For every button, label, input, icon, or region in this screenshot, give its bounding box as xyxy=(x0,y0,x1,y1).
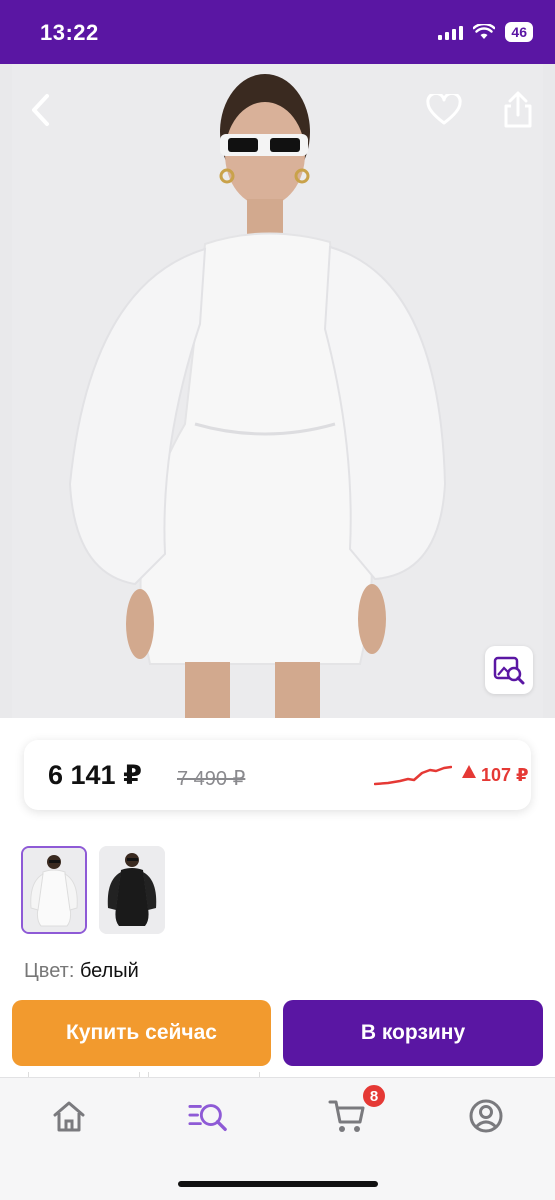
status-time: 13:22 xyxy=(40,20,99,45)
search-list-icon xyxy=(188,1104,227,1132)
heart-icon xyxy=(426,94,462,125)
home-icon xyxy=(53,1101,85,1132)
status-icons: 46 xyxy=(438,22,533,42)
profile-icon xyxy=(469,1099,503,1133)
triangle-up-icon xyxy=(462,765,476,778)
nav-cart[interactable] xyxy=(327,1096,367,1136)
price-card[interactable]: 6 141 ₽ 7 490 ₽ 107 ₽ xyxy=(24,740,531,810)
color-info: Цвет: белый xyxy=(24,960,139,983)
favorite-button[interactable] xyxy=(424,90,464,130)
price-delta: 107 ₽ xyxy=(481,765,529,785)
cart-icon xyxy=(328,1100,365,1132)
current-price: 6 141 ₽ xyxy=(48,760,142,790)
back-button[interactable] xyxy=(22,90,58,130)
variant-black-image xyxy=(99,846,165,934)
variant-white-image xyxy=(23,848,85,932)
cart-badge: 8 xyxy=(361,1083,387,1109)
variant-thumb-black[interactable] xyxy=(99,846,165,934)
color-value: белый xyxy=(79,960,139,982)
signal-icon xyxy=(438,24,464,40)
share-icon xyxy=(504,91,532,128)
battery-icon: 46 xyxy=(505,22,533,42)
price-trend-icon xyxy=(374,765,452,786)
home-indicator xyxy=(178,1181,378,1187)
add-to-cart-button[interactable]: В корзину xyxy=(283,1000,543,1066)
product-photo xyxy=(68,74,447,718)
wifi-icon xyxy=(473,24,496,39)
buy-now-button[interactable]: Купить сейчас xyxy=(12,1000,271,1066)
image-search-icon xyxy=(493,656,525,685)
image-search-button[interactable] xyxy=(485,646,533,694)
old-price: 7 490 ₽ xyxy=(177,768,246,790)
nav-profile[interactable] xyxy=(466,1096,506,1136)
nav-home[interactable] xyxy=(49,1096,89,1136)
bottom-nav: 8 xyxy=(0,1077,555,1200)
share-button[interactable] xyxy=(498,88,538,132)
color-label: Цвет: xyxy=(24,960,75,982)
variant-thumb-white[interactable] xyxy=(21,846,87,934)
product-image[interactable] xyxy=(0,64,555,718)
status-bar: 13:22 46 xyxy=(0,0,555,64)
nav-catalog[interactable] xyxy=(188,1096,228,1136)
chevron-left-icon xyxy=(32,94,49,126)
